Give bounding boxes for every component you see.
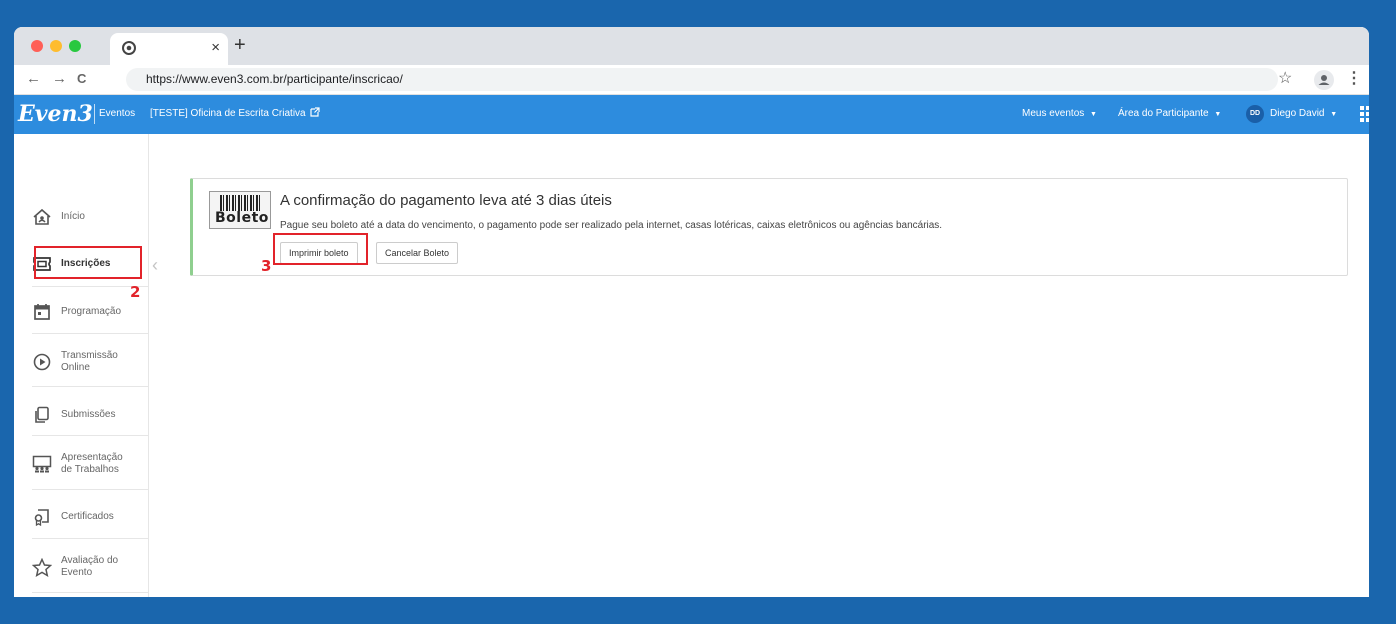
meus-eventos-dropdown[interactable]: Meus eventos ▼ bbox=[1022, 107, 1097, 122]
minimize-window-button[interactable] bbox=[50, 40, 62, 52]
browser-toolbar: ← → C https://www.even3.com.br/participa… bbox=[14, 65, 1369, 95]
meus-eventos-label: Meus eventos bbox=[1022, 108, 1085, 119]
sidebar-item-apresentacao[interactable]: Apresentação de Trabalhos bbox=[32, 452, 149, 476]
home-icon bbox=[32, 207, 52, 227]
chrome-favicon-icon bbox=[122, 41, 136, 55]
event-name-label: [TESTE] Oficina de Escrita Criativa bbox=[150, 108, 306, 119]
certificate-icon bbox=[32, 507, 52, 527]
sidebar-item-inicio[interactable]: Início bbox=[32, 207, 149, 227]
sidebar-item-avaliacao[interactable]: Avaliação do Evento bbox=[32, 555, 149, 579]
sidebar-divider bbox=[32, 592, 149, 593]
calendar-icon bbox=[32, 302, 52, 322]
close-window-button[interactable] bbox=[31, 40, 43, 52]
sidebar-item-label: Apresentação de Trabalhos bbox=[61, 452, 123, 475]
user-avatar[interactable]: DD bbox=[1246, 105, 1264, 123]
sidebar-item-submissoes[interactable]: Submissões bbox=[32, 405, 149, 425]
sidebar-divider bbox=[32, 333, 149, 334]
apps-grid-icon[interactable] bbox=[1360, 106, 1369, 122]
new-tab-button[interactable]: + bbox=[234, 35, 246, 55]
caret-down-icon: ▼ bbox=[1090, 111, 1097, 118]
forward-button[interactable]: → bbox=[52, 70, 67, 88]
sidebar-item-certificados[interactable]: Certificados bbox=[32, 507, 149, 527]
step-2-marker: 2 bbox=[130, 283, 141, 301]
alert-message: Pague seu boleto até a data do venciment… bbox=[280, 220, 943, 231]
sidebar-item-transmissao[interactable]: Transmissão Online bbox=[32, 350, 149, 374]
site-header: Even3 Eventos [TESTE] Oficina de Escrita… bbox=[14, 95, 1369, 134]
user-menu-dropdown[interactable]: Diego David ▼ bbox=[1270, 107, 1337, 122]
reload-button[interactable]: C bbox=[77, 70, 86, 88]
sidebar-item-label: Início bbox=[61, 211, 85, 222]
sidebar-item-label: Avaliação do Evento bbox=[61, 555, 119, 578]
area-participante-label: Área do Participante bbox=[1118, 108, 1209, 119]
browser-window: × + ← → C https://www.even3.com.br/parti… bbox=[14, 27, 1369, 597]
external-link-icon bbox=[310, 107, 320, 117]
sidebar-divider bbox=[32, 435, 149, 436]
presentation-icon bbox=[32, 454, 52, 474]
alert-title: A confirmação do pagamento leva até 3 di… bbox=[280, 192, 612, 209]
play-circle-icon bbox=[32, 352, 52, 372]
browser-tab[interactable]: × bbox=[110, 33, 228, 65]
sidebar-divider bbox=[32, 538, 149, 539]
logo-divider bbox=[94, 104, 95, 124]
boleto-logo: Boleto bbox=[209, 191, 271, 229]
sidebar: Início Inscrições Programação Transmissã… bbox=[14, 134, 149, 597]
cancelar-boleto-button[interactable]: Cancelar Boleto bbox=[376, 242, 459, 264]
caret-down-icon: ▼ bbox=[1214, 111, 1222, 118]
bookmark-star-icon[interactable]: ☆ bbox=[1278, 69, 1292, 89]
boleto-logo-text: Boleto bbox=[215, 210, 269, 226]
sidebar-divider bbox=[32, 386, 149, 387]
sidebar-item-label: Certificados bbox=[61, 511, 114, 522]
browser-menu-icon[interactable]: ⋮ bbox=[1346, 69, 1362, 89]
event-name-link[interactable]: [TESTE] Oficina de Escrita Criativa bbox=[150, 107, 320, 121]
area-participante-dropdown[interactable]: Área do Participante ▼ bbox=[1118, 107, 1221, 122]
even3-logo[interactable]: Even3 bbox=[18, 101, 93, 127]
sidebar-item-programacao[interactable]: Programação bbox=[32, 302, 149, 322]
maximize-window-button[interactable] bbox=[69, 40, 81, 52]
step-3-marker: 3 bbox=[261, 257, 272, 275]
sidebar-divider bbox=[32, 489, 149, 490]
profile-avatar-icon[interactable] bbox=[1314, 70, 1334, 90]
highlight-box-inscricoes bbox=[34, 246, 142, 279]
sidebar-item-label: Transmissão Online bbox=[61, 350, 118, 373]
star-icon bbox=[32, 557, 52, 577]
tab-strip: × + bbox=[14, 27, 1369, 65]
window-controls bbox=[31, 40, 81, 52]
user-name-label: Diego David bbox=[1270, 108, 1325, 119]
eventos-link[interactable]: Eventos bbox=[99, 107, 135, 121]
barcode-icon bbox=[220, 195, 262, 211]
sidebar-collapse-chevron-icon[interactable]: ‹ bbox=[152, 255, 158, 275]
copy-icon bbox=[32, 405, 52, 425]
person-icon bbox=[1318, 75, 1330, 85]
back-button[interactable]: ← bbox=[26, 70, 41, 88]
address-bar[interactable]: https://www.even3.com.br/participante/in… bbox=[126, 68, 1278, 91]
sidebar-item-label: Programação bbox=[61, 306, 122, 317]
highlight-box-imprimir bbox=[273, 233, 368, 265]
caret-down-icon: ▼ bbox=[1330, 111, 1338, 118]
tab-close-icon[interactable]: × bbox=[211, 39, 220, 57]
sidebar-item-label: Submissões bbox=[61, 409, 116, 420]
